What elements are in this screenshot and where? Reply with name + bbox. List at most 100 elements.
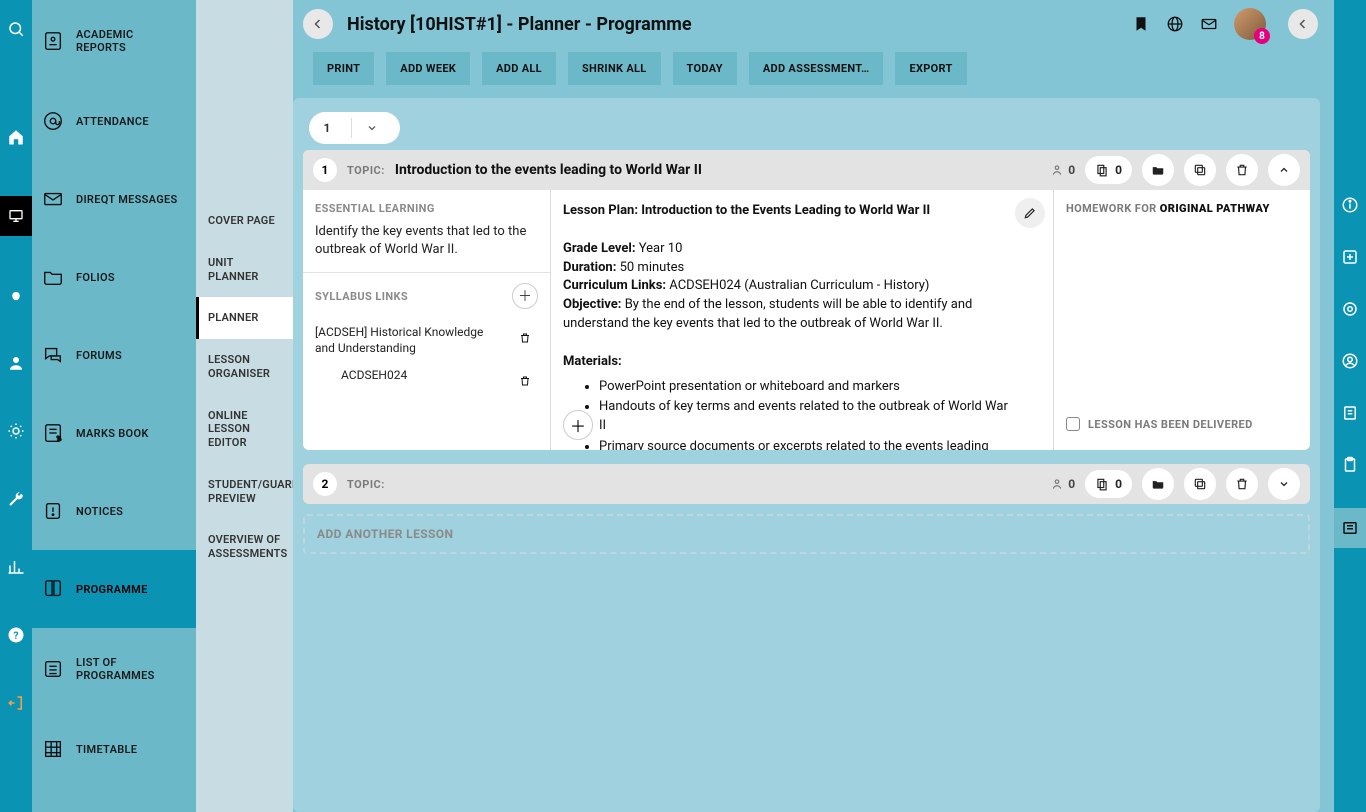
lesson-number: 2 <box>313 472 337 496</box>
sub-planner[interactable]: PLANNER <box>196 297 293 339</box>
nav-sidebar: ACADEMIC REPORTS ATTENDANCE DIREQT MESSA… <box>32 0 196 812</box>
lesson-card-1: 1 TOPIC: Introduction to the events lead… <box>303 150 1310 450</box>
sub-overview-assessments[interactable]: OVERVIEW OF ASSESSMENTS <box>196 519 293 575</box>
cmd-add-assessment[interactable]: ADD ASSESSMENT… <box>749 52 884 85</box>
add-content-button[interactable]: ＋ <box>563 410 593 440</box>
cmd-shrink-all[interactable]: SHRINK ALL <box>568 52 661 85</box>
marks-icon: % <box>42 422 64 444</box>
cmd-add-week[interactable]: ADD WEEK <box>386 52 470 85</box>
nav-label: PROGRAMME <box>76 583 148 596</box>
nav-forums[interactable]: FORUMS <box>32 316 196 394</box>
lesson-number: 1 <box>313 158 337 182</box>
sub-unit-planner[interactable]: UNIT PLANNER <box>196 242 293 298</box>
sub-online-lesson-editor[interactable]: ONLINE LESSON EDITOR <box>196 395 293 464</box>
folder-icon <box>42 266 64 288</box>
files-chip[interactable]: 0 <box>1085 470 1132 498</box>
back-button[interactable] <box>303 9 333 39</box>
nav-label: NOTICES <box>76 505 123 518</box>
globe-icon[interactable] <box>1166 15 1184 33</box>
delete-button[interactable] <box>1226 468 1258 500</box>
folder-button[interactable] <box>1142 154 1174 186</box>
nav-timetable[interactable]: TIMETABLE <box>32 710 196 788</box>
wrench-icon[interactable] <box>7 490 25 508</box>
news-icon[interactable] <box>1334 508 1366 548</box>
week-number: 1 <box>317 121 337 135</box>
main-area: History [10HIST#1] - Planner - Programme… <box>293 0 1334 812</box>
nav-academic-reports[interactable]: ACADEMIC REPORTS <box>32 0 196 82</box>
delivered-checkbox[interactable] <box>1066 417 1080 431</box>
collapse-button[interactable] <box>1268 154 1300 186</box>
add-square-icon[interactable] <box>1341 248 1359 266</box>
nav-label: ATTENDANCE <box>76 115 149 128</box>
nav-attendance[interactable]: ATTENDANCE <box>32 82 196 160</box>
chevron-down-icon[interactable] <box>366 122 392 134</box>
folder-button[interactable] <box>1142 468 1174 500</box>
delete-syllabus-button[interactable] <box>512 325 538 351</box>
nav-notices[interactable]: NOTICES <box>32 472 196 550</box>
collapse-right-button[interactable] <box>1288 9 1318 39</box>
cmd-add-all[interactable]: ADD ALL <box>482 52 556 85</box>
edit-button[interactable] <box>1015 198 1045 228</box>
clipboard-icon[interactable] <box>1341 456 1359 474</box>
nav-list-programmes[interactable]: LIST OF PROGRAMMES <box>32 628 196 710</box>
people-metric: 0 <box>1050 477 1075 491</box>
user-icon[interactable] <box>7 354 25 372</box>
cmd-today[interactable]: TODAY <box>673 52 737 85</box>
syllabus-subrow: ACDSEH024 <box>303 362 550 400</box>
notice-icon <box>42 500 64 522</box>
search-icon[interactable] <box>7 20 25 38</box>
notification-badge: 8 <box>1254 28 1270 44</box>
essential-learning-label: ESSENTIAL LEARNING <box>303 190 550 223</box>
syllabus-item: [ACDSEH] Historical Knowledge and Unders… <box>315 325 504 356</box>
lesson-header-2: 2 TOPIC: 0 0 <box>303 464 1310 504</box>
syllabus-links-label: SYLLABUS LINKS <box>315 290 408 303</box>
add-another-lesson[interactable]: ADD ANOTHER LESSON <box>303 514 1310 554</box>
icon-rail: ? <box>0 0 32 812</box>
mail-icon[interactable] <box>1200 15 1218 33</box>
nav-label: FORUMS <box>76 349 122 362</box>
essential-learning-text: Identify the key events that led to the … <box>303 223 550 272</box>
page-title: History [10HIST#1] - Planner - Programme <box>347 14 692 35</box>
files-chip[interactable]: 0 <box>1085 156 1132 184</box>
help-icon[interactable]: ? <box>7 626 25 644</box>
delete-syllabus-code-button[interactable] <box>512 368 538 394</box>
mention-icon[interactable] <box>1341 300 1359 318</box>
sub-lesson-organiser[interactable]: LESSON ORGANISER <box>196 339 293 395</box>
nav-folios[interactable]: FOLIOS <box>32 238 196 316</box>
sub-student-guardian-preview[interactable]: STUDENT/GUARDIAN PREVIEW <box>196 464 293 520</box>
sun-icon[interactable] <box>7 422 25 440</box>
nav-programme[interactable]: PROGRAMME <box>32 550 196 628</box>
nav-direqt-messages[interactable]: DIREQT MESSAGES <box>32 160 196 238</box>
sub-cover-page[interactable]: COVER PAGE <box>196 200 293 242</box>
cmd-export[interactable]: EXPORT <box>895 52 966 85</box>
command-bar: PRINT ADD WEEK ADD ALL SHRINK ALL TODAY … <box>293 48 1334 88</box>
column-left: ESSENTIAL LEARNING Identify the key even… <box>303 190 551 450</box>
nav-label: TIMETABLE <box>76 743 137 756</box>
wave-icon[interactable] <box>7 286 25 304</box>
copy-button[interactable] <box>1184 468 1216 500</box>
nav-label: FOLIOS <box>76 271 115 284</box>
add-syllabus-button[interactable]: ＋ <box>512 283 538 309</box>
topbar: History [10HIST#1] - Planner - Programme… <box>293 0 1334 48</box>
board-icon[interactable] <box>0 196 32 236</box>
delivered-row: LESSON HAS BEEN DELIVERED <box>1054 417 1310 443</box>
week-chip[interactable]: 1 <box>309 112 400 144</box>
lesson-plan-text[interactable]: Lesson Plan: Introduction to the Events … <box>551 190 1053 450</box>
cmd-print[interactable]: PRINT <box>313 52 374 85</box>
delete-button[interactable] <box>1226 154 1258 186</box>
avatar[interactable]: 8 <box>1234 8 1266 40</box>
right-rail <box>1334 0 1366 812</box>
expand-button[interactable] <box>1268 468 1300 500</box>
copy-button[interactable] <box>1184 154 1216 186</box>
home-icon[interactable] <box>7 128 25 146</box>
nav-marks-book[interactable]: % MARKS BOOK <box>32 394 196 472</box>
bookmark-icon[interactable] <box>1132 15 1150 33</box>
chart-icon[interactable] <box>7 558 25 576</box>
exit-icon[interactable] <box>7 694 25 712</box>
syllabus-code: ACDSEH024 <box>315 368 407 382</box>
person-circle-icon[interactable] <box>1341 352 1359 370</box>
info-icon[interactable] <box>1341 196 1359 214</box>
report-icon[interactable] <box>1341 404 1359 422</box>
topic-title: Introduction to the events leading to Wo… <box>395 162 702 178</box>
mail-icon <box>42 188 64 210</box>
